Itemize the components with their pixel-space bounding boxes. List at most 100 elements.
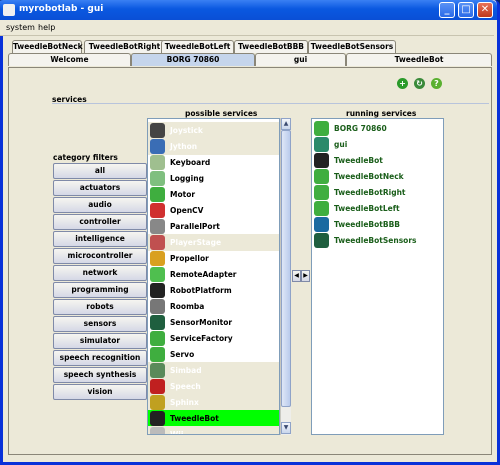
- service-row-borg-70860[interactable]: BORG 70860: [312, 120, 443, 137]
- logging-icon: [150, 171, 165, 186]
- service-row-gui[interactable]: gui: [312, 136, 443, 153]
- service-label: TweedleBotRight: [334, 188, 406, 197]
- service-label: TweedleBotNeck: [334, 172, 404, 181]
- service-row-wii[interactable]: Wii: [148, 426, 279, 434]
- service-row-tweedlebotleft[interactable]: TweedleBotLeft: [312, 200, 443, 217]
- parallelport-icon: [150, 219, 165, 234]
- menu-system[interactable]: system: [6, 23, 35, 32]
- tab-tweedlebotbbb[interactable]: TweedleBotBBB: [234, 40, 308, 53]
- window-title: myrobotlab - gui: [19, 4, 104, 14]
- service-row-sensormonitor[interactable]: SensorMonitor: [148, 314, 279, 331]
- service-row-tweedlebot[interactable]: TweedleBot: [148, 410, 279, 427]
- service-label: Logging: [170, 174, 204, 183]
- tab-gui[interactable]: gui: [255, 53, 346, 66]
- title-bar[interactable]: myrobotlab - gui _ □ ✕: [0, 0, 497, 20]
- tab-welcome[interactable]: Welcome: [8, 53, 131, 66]
- tab-tweedlebotleft[interactable]: TweedleBotLeft: [161, 40, 234, 53]
- filter-vision-button[interactable]: vision: [53, 384, 147, 400]
- service-label: TweedleBotSensors: [334, 236, 417, 245]
- close-button[interactable]: ✕: [477, 2, 493, 18]
- filter-sensors-button[interactable]: sensors: [53, 316, 147, 332]
- minimize-button[interactable]: _: [439, 2, 455, 18]
- service-row-joystick[interactable]: Joystick: [148, 122, 279, 139]
- filter-all-button[interactable]: all: [53, 163, 147, 179]
- roomba-icon: [150, 299, 165, 314]
- service-label: PlayerStage: [170, 238, 222, 247]
- service-label: Roomba: [170, 302, 205, 311]
- wii-icon: [150, 427, 165, 434]
- tab-tweedlebotsensors[interactable]: TweedleBotSensors: [308, 40, 396, 53]
- service-row-remoteadapter[interactable]: RemoteAdapter: [148, 266, 279, 283]
- filter-microcontroller-button[interactable]: microcontroller: [53, 248, 147, 264]
- services-divider: [52, 103, 489, 104]
- service-label: TweedleBotLeft: [334, 204, 400, 213]
- service-label: TweedleBotBBB: [334, 220, 401, 229]
- running-services-list[interactable]: BORG 70860 gui TweedleBot TweedleBotNeck Twe…: [311, 118, 444, 435]
- service-row-robotplatform[interactable]: RobotPlatform: [148, 282, 279, 299]
- add-service-button[interactable]: ▶: [301, 270, 310, 282]
- add-icon[interactable]: +: [397, 78, 408, 89]
- tab-tweedlebotright[interactable]: TweedleBotRight: [84, 40, 165, 53]
- service-row-parallelport[interactable]: ParallelPort: [148, 218, 279, 235]
- help-icon[interactable]: ?: [431, 78, 442, 89]
- arduino-icon: [314, 217, 329, 232]
- service-row-speech[interactable]: Speech: [148, 378, 279, 395]
- filter-robots-button[interactable]: robots: [53, 299, 147, 315]
- tab-borg-70860[interactable]: BORG 70860: [131, 53, 255, 66]
- possible-services-header: possible services: [185, 109, 258, 118]
- service-row-playerstage[interactable]: PlayerStage: [148, 234, 279, 251]
- filter-speech-recognition-button[interactable]: speech recognition: [53, 350, 147, 366]
- filter-actuators-button[interactable]: actuators: [53, 180, 147, 196]
- service-row-tweedlebotbbb[interactable]: TweedleBotBBB: [312, 216, 443, 233]
- propellor-icon: [150, 251, 165, 266]
- service-row-tweedlebotneck[interactable]: TweedleBotNeck: [312, 168, 443, 185]
- menu-help[interactable]: help: [38, 23, 55, 32]
- service-row-jython[interactable]: Jython: [148, 138, 279, 155]
- service-label: Simbad: [170, 366, 202, 375]
- filter-audio-button[interactable]: audio: [53, 197, 147, 213]
- possible-services-list[interactable]: Joystick Jython Keyboard Logging Motor OpenCV…: [147, 118, 280, 435]
- scroll-up-icon[interactable]: ▲: [281, 118, 291, 130]
- filter-intelligence-button[interactable]: intelligence: [53, 231, 147, 247]
- maximize-button[interactable]: □: [458, 2, 474, 18]
- filter-speech-synthesis-button[interactable]: speech synthesis: [53, 367, 147, 383]
- servo-icon: [314, 185, 329, 200]
- service-row-keyboard[interactable]: Keyboard: [148, 154, 279, 171]
- tab-tweedlebot[interactable]: TweedleBot: [346, 53, 492, 66]
- remoteadapter-icon: [150, 267, 165, 282]
- app-icon: [3, 4, 15, 16]
- service-label: RobotPlatform: [170, 286, 232, 295]
- service-row-simbad[interactable]: Simbad: [148, 362, 279, 379]
- service-row-tweedlebotright[interactable]: TweedleBotRight: [312, 184, 443, 201]
- remove-service-button[interactable]: ◀: [292, 270, 301, 282]
- service-row-tweedlebot[interactable]: TweedleBot: [312, 152, 443, 169]
- service-label: ParallelPort: [170, 222, 220, 231]
- filter-programming-button[interactable]: programming: [53, 282, 147, 298]
- scroll-down-icon[interactable]: ▼: [281, 422, 291, 434]
- python-icon: [150, 139, 165, 154]
- service-label: ServiceFactory: [170, 334, 233, 343]
- robotplatform-icon: [150, 283, 165, 298]
- service-row-servo[interactable]: Servo: [148, 346, 279, 363]
- service-row-logging[interactable]: Logging: [148, 170, 279, 187]
- service-row-servicefactory[interactable]: ServiceFactory: [148, 330, 279, 347]
- opencv-icon: [150, 203, 165, 218]
- service-row-tweedlebotsensors[interactable]: TweedleBotSensors: [312, 232, 443, 249]
- scrollbar-thumb[interactable]: [281, 130, 291, 407]
- filter-network-button[interactable]: network: [53, 265, 147, 281]
- possible-services-scrollbar[interactable]: ▲ ▼: [280, 118, 291, 435]
- service-row-opencv[interactable]: OpenCV: [148, 202, 279, 219]
- service-label: OpenCV: [170, 206, 204, 215]
- service-row-sphinx[interactable]: Sphinx: [148, 394, 279, 411]
- servo-icon: [314, 201, 329, 216]
- service-row-propellor[interactable]: Propellor: [148, 250, 279, 267]
- filter-simulator-button[interactable]: simulator: [53, 333, 147, 349]
- service-row-roomba[interactable]: Roomba: [148, 298, 279, 315]
- category-filters-label: category filters: [53, 153, 118, 162]
- tweedlebot-icon: [150, 411, 165, 426]
- service-row-motor[interactable]: Motor: [148, 186, 279, 203]
- tab-tweedlebotneck[interactable]: TweedleBotNeck: [12, 40, 83, 53]
- refresh-icon[interactable]: ↻: [414, 78, 425, 89]
- filter-controller-button[interactable]: controller: [53, 214, 147, 230]
- service-label: Motor: [170, 190, 196, 199]
